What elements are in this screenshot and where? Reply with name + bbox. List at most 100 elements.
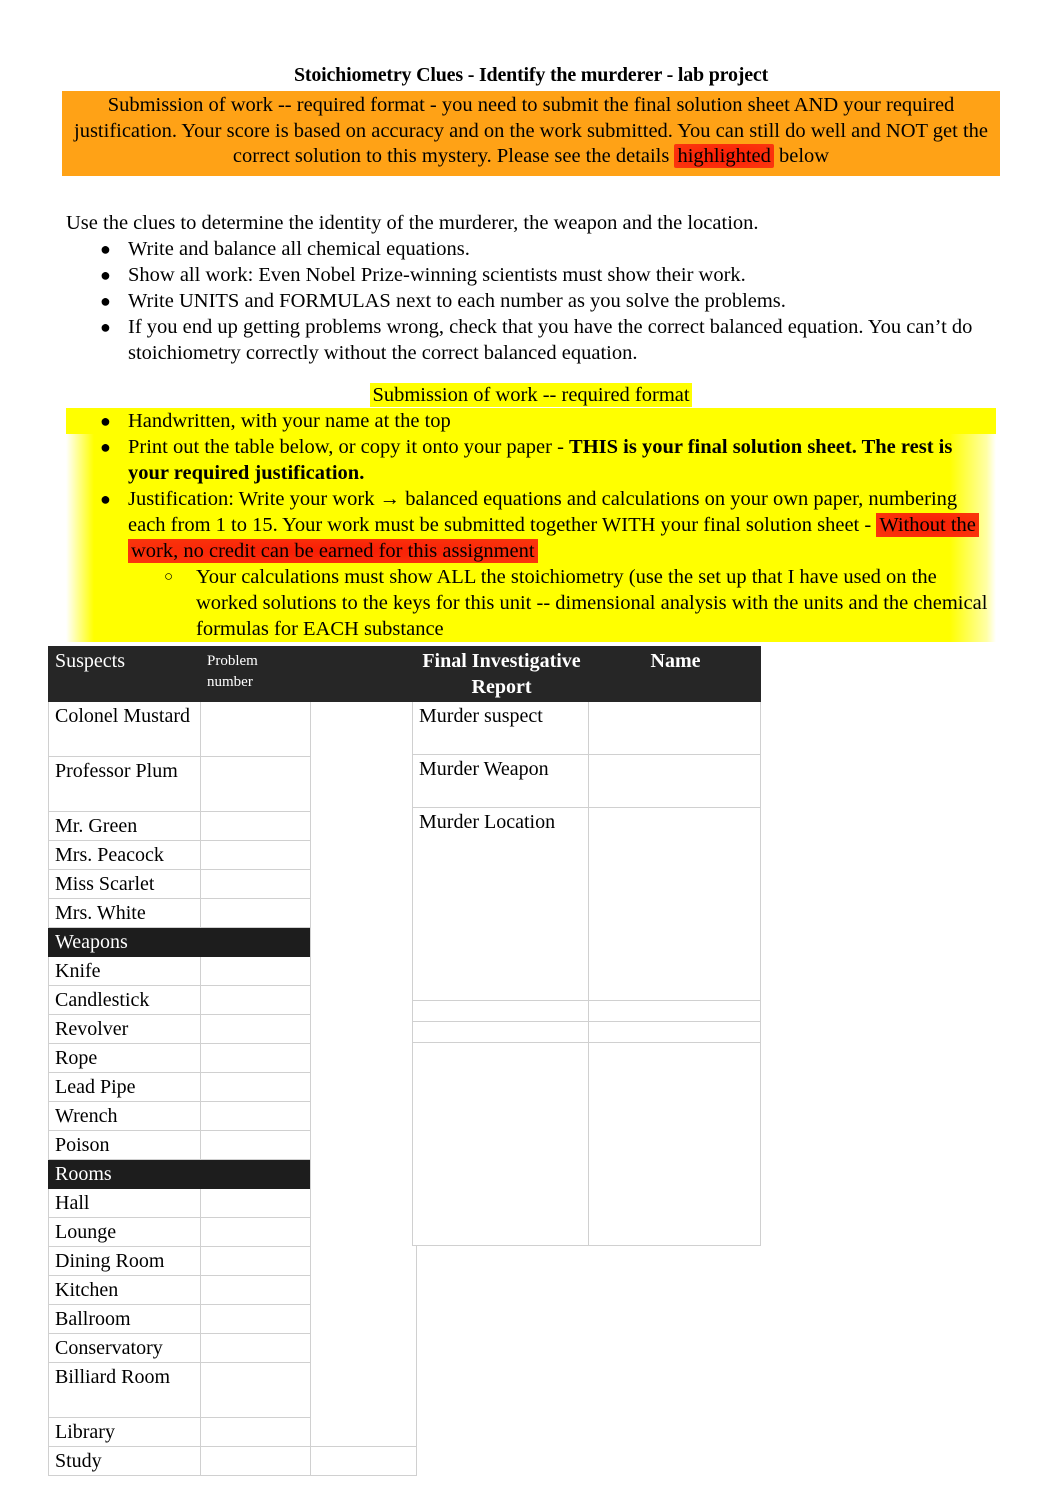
weapon-name: Revolver	[48, 1014, 201, 1044]
report-value-murder-weapon[interactable]	[588, 754, 761, 808]
problem-number-cell[interactable]	[200, 701, 311, 757]
list-item: ● Justification: Write your work → balanc…	[66, 485, 996, 564]
problem-number-cell[interactable]	[200, 1217, 311, 1247]
room-name: Lounge	[48, 1217, 201, 1247]
banner-text-part1: Submission of work -- required format - …	[74, 94, 988, 167]
weapon-name: Poison	[48, 1130, 201, 1160]
problem-number-cell[interactable]	[200, 811, 311, 841]
list-item: ● Write UNITS and FORMULAS next to each n…	[66, 288, 996, 314]
problem-number-cell[interactable]	[200, 1188, 311, 1218]
problem-number-cell[interactable]	[200, 1043, 311, 1073]
problem-number-cell[interactable]	[200, 898, 311, 928]
problem-number-cell[interactable]	[200, 1417, 311, 1447]
report-label-extra-1	[412, 1000, 589, 1022]
problem-number-cell[interactable]	[200, 869, 311, 899]
problem-number-cell[interactable]	[200, 1362, 311, 1418]
page-title: Stoichiometry Clues - Identify the murde…	[293, 64, 769, 86]
circle-bullet-icon: ○	[164, 568, 174, 585]
problem-number-cell[interactable]	[200, 1014, 311, 1044]
suspect-name: Professor Plum	[48, 756, 201, 812]
submission-format-section: Submission of work -- required format ● H…	[66, 382, 996, 642]
report-label-murder-suspect: Murder suspect	[412, 701, 589, 755]
report-label-extra-2	[412, 1021, 589, 1043]
problem-number-cell[interactable]	[200, 840, 311, 870]
list-item: ● If you end up getting problems wrong, c…	[66, 314, 996, 366]
header-name: Name	[588, 646, 761, 702]
suspect-name: Colonel Mustard	[48, 701, 201, 757]
table-row: Murder Location	[412, 807, 761, 1001]
section-label-weapons: Weapons	[48, 927, 201, 957]
room-name: Billiard Room	[48, 1362, 201, 1418]
final-report-table: Final Investigative Report Name Murder s…	[412, 646, 761, 1246]
submission-subbullet: Your calculations must show ALL the stoi…	[196, 565, 988, 640]
submission-list: ● Handwritten, with your name at the top …	[66, 407, 996, 642]
problem-number-cell[interactable]	[200, 1275, 311, 1305]
table-row	[412, 1000, 761, 1022]
problem-number-cell[interactable]	[200, 1304, 311, 1334]
problem-number-cell[interactable]	[200, 1333, 311, 1363]
instructions-section: Use the clues to determine the identity …	[0, 210, 1062, 642]
instruction-text: If you end up getting problems wrong, ch…	[128, 315, 973, 364]
document-page: Stoichiometry Clues - Identify the murde…	[0, 0, 1062, 1504]
table-row: Murder suspect	[412, 701, 761, 755]
empty-side-cell-last[interactable]	[310, 1446, 417, 1476]
header-spacer	[310, 646, 417, 702]
table-row: Study	[48, 1446, 417, 1476]
table-row: Murder Weapon	[412, 754, 761, 808]
table-row	[412, 1042, 761, 1246]
bullet-icon: ●	[100, 410, 111, 431]
report-label-extra-3	[412, 1042, 589, 1246]
problem-number-cell[interactable]	[200, 1101, 311, 1131]
weapon-name: Lead Pipe	[48, 1072, 201, 1102]
bullet-icon: ●	[100, 264, 111, 285]
report-value-extra-2[interactable]	[588, 1021, 761, 1043]
table-header-row: Final Investigative Report Name	[412, 646, 761, 702]
instruction-text: Write UNITS and FORMULAS next to each nu…	[128, 289, 786, 312]
room-name: Library	[48, 1417, 201, 1447]
list-item: ● Print out the table below, or copy it o…	[66, 433, 996, 486]
room-name: Kitchen	[48, 1275, 201, 1305]
report-label-murder-weapon: Murder Weapon	[412, 754, 589, 808]
header-suspects: Suspects	[48, 646, 201, 702]
report-value-murder-location[interactable]	[588, 807, 761, 1001]
room-name: Hall	[48, 1188, 201, 1218]
report-value-extra-3[interactable]	[588, 1042, 761, 1246]
bullet-icon: ●	[100, 238, 111, 259]
intro-paragraph: Use the clues to determine the identity …	[66, 211, 759, 234]
submission-bullet-3-plain: Justification: Write your work → balance…	[128, 487, 958, 536]
weapon-name: Candlestick	[48, 985, 201, 1015]
problem-number-cell[interactable]	[200, 756, 311, 812]
submission-bullet-2-plain: Print out the table below, or copy it on…	[128, 435, 570, 458]
suspect-name: Mrs. Peacock	[48, 840, 201, 870]
list-item: ● Handwritten, with your name at the top	[66, 407, 996, 434]
report-value-murder-suspect[interactable]	[588, 701, 761, 755]
submission-heading: Submission of work -- required format	[370, 382, 692, 407]
bullet-icon: ●	[100, 290, 111, 311]
submission-bullet-1: Handwritten, with your name at the top	[128, 409, 451, 432]
problem-number-cell[interactable]	[200, 956, 311, 986]
problem-number-cell[interactable]	[200, 985, 311, 1015]
instruction-list: ● Write and balance all chemical equation…	[66, 236, 996, 366]
list-item: ○ Your calculations must show ALL the sto…	[66, 563, 996, 642]
section-label-rooms: Rooms	[48, 1159, 201, 1189]
problem-number-cell[interactable]	[200, 1072, 311, 1102]
instruction-text: Show all work: Even Nobel Prize-winning …	[128, 263, 746, 286]
bullet-icon: ●	[100, 316, 111, 337]
section-spacer-rooms	[200, 1159, 311, 1189]
room-name: Ballroom	[48, 1304, 201, 1334]
table-header-row: Suspects Problem number	[48, 646, 417, 702]
room-name: Dining Room	[48, 1246, 201, 1276]
suspect-name: Mr. Green	[48, 811, 201, 841]
report-value-extra-1[interactable]	[588, 1000, 761, 1022]
weapon-name: Rope	[48, 1043, 201, 1073]
submission-heading-line: Submission of work -- required format	[66, 382, 996, 408]
problem-number-cell[interactable]	[200, 1246, 311, 1276]
list-item: ● Show all work: Even Nobel Prize-winning…	[66, 262, 996, 288]
bullet-icon: ●	[100, 436, 111, 457]
problem-number-cell[interactable]	[200, 1446, 311, 1476]
banner-text-part2: below	[773, 145, 830, 167]
room-name: Study	[48, 1446, 201, 1476]
problem-number-cell[interactable]	[200, 1130, 311, 1160]
empty-side-cell[interactable]	[310, 701, 417, 1447]
suspect-name: Mrs. White	[48, 898, 201, 928]
